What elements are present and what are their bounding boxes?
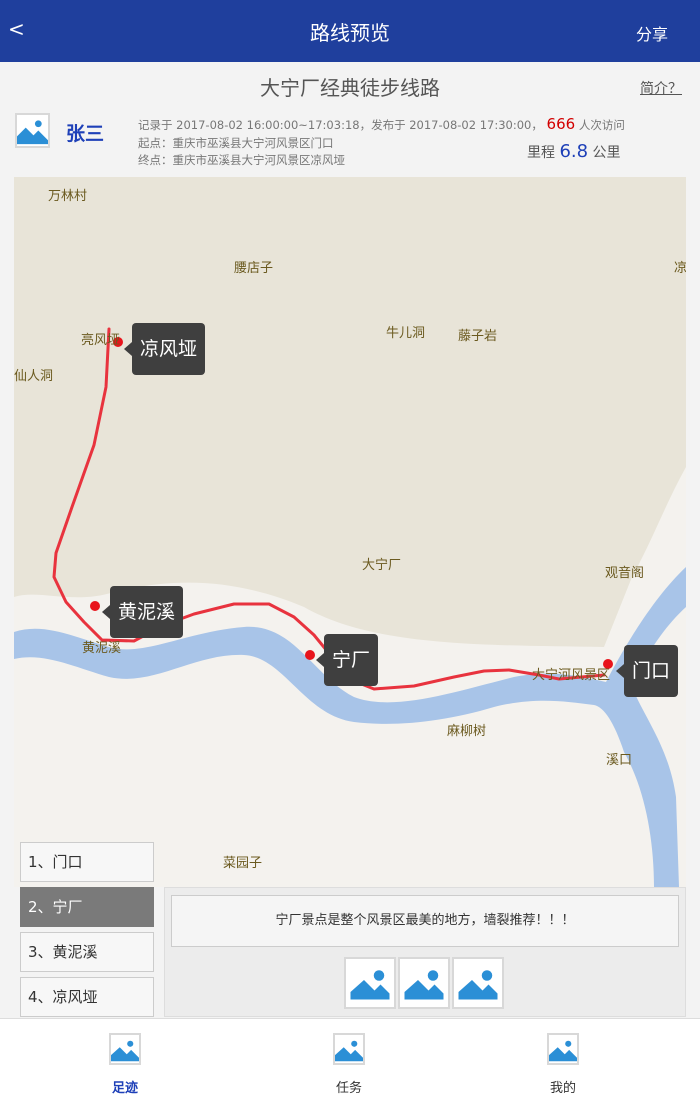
map-label-niuerdong: 牛儿洞 — [386, 326, 426, 341]
start-place: 重庆市巫溪县大宁河风景区门口 — [172, 136, 334, 150]
photo-3-image-placeholder-icon[interactable] — [452, 957, 504, 1009]
route-map[interactable]: 万林村 腰店子 凉 亮风垭 牛儿洞 藤子岩 仙人洞 大宁厂 观音阁 黄泥溪 大宁… — [14, 177, 686, 887]
callout-menkou[interactable]: 门口 — [615, 645, 679, 697]
intro-link[interactable]: 简介？ — [640, 78, 682, 98]
map-label-tengziyan: 藤子岩 — [458, 329, 498, 344]
map-label-wanlincun: 万林村 — [48, 189, 88, 204]
nav-footprints[interactable]: 足迹 — [65, 1019, 185, 1100]
publish-prefix: ，发布于 — [359, 118, 410, 132]
map-label-yaodianzi: 腰店子 — [234, 261, 274, 276]
route-title: 大宁厂经典徒步线路 — [260, 76, 440, 100]
callout-liangfengya[interactable]: 凉风垭 — [123, 323, 206, 375]
author-name[interactable]: 张三 — [66, 119, 104, 146]
distance-unit: 公里 — [588, 145, 621, 161]
visits-separator: ， — [531, 118, 543, 132]
record-prefix: 记录于 — [138, 118, 177, 132]
nav-tasks[interactable]: 任务 — [289, 1019, 409, 1100]
share-button[interactable]: 分享 — [636, 21, 668, 45]
photo-2-image-placeholder-icon[interactable] — [398, 957, 450, 1009]
distance: 里程 6.8 公里 — [527, 141, 621, 162]
stop-detail-panel: 宁厂景点是整个风景区最美的地方，墙裂推荐！！！ — [164, 887, 686, 1017]
stop-description: 宁厂景点是整个风景区最美的地方，墙裂推荐！！！ — [171, 895, 679, 947]
stop-item-ningchang[interactable]: 2、宁厂 — [20, 887, 154, 927]
map-label-liang-edge: 凉 — [674, 261, 686, 276]
start-info: 起点：重庆市巫溪县大宁河风景区门口 — [138, 135, 334, 151]
visit-count: 666 — [546, 115, 576, 133]
nav-footprints-image-placeholder-icon — [109, 1033, 141, 1065]
nav-footprints-label: 足迹 — [111, 1081, 138, 1096]
land-area — [14, 177, 686, 647]
nav-mine-label: 我的 — [549, 1081, 576, 1096]
photo-1-image-placeholder-icon[interactable] — [344, 957, 396, 1009]
stop-item-liangfengya[interactable]: 4、凉风垭 — [20, 977, 154, 1017]
pin-huangnixi — [90, 601, 100, 611]
map-label-xianrendong: 仙人洞 — [14, 369, 54, 384]
distance-value: 6.8 — [559, 141, 589, 162]
record-info: 记录于 2017-08-02 16:00:00~17:03:18，发布于 201… — [138, 115, 625, 133]
nav-tasks-image-placeholder-icon — [333, 1033, 365, 1065]
publish-time: 2017-08-02 17:30:00 — [409, 118, 532, 132]
page-title: 路线预览 — [310, 21, 390, 45]
photo-strip — [344, 957, 506, 1009]
callout-huangnixi[interactable]: 黄泥溪 — [101, 586, 184, 638]
stop-item-menkou[interactable]: 1、门口 — [20, 842, 154, 882]
end-label: 终点： — [138, 153, 173, 167]
start-label: 起点： — [138, 136, 173, 150]
top-bar: < 路线预览 分享 — [0, 0, 700, 62]
pin-ningchang — [305, 650, 315, 660]
map-label-liangfengya: 亮风垭 — [81, 333, 121, 348]
map-label-caiyuanzi: 菜园子 — [223, 856, 263, 871]
map-label-huangnixi: 黄泥溪 — [82, 641, 122, 656]
end-place: 重庆市巫溪县大宁河风景区凉风垭 — [172, 153, 346, 167]
nav-mine-image-placeholder-icon — [547, 1033, 579, 1065]
map-label-xikou: 溪口 — [606, 753, 633, 768]
visits-suffix: 人次访问 — [575, 118, 625, 132]
avatar-image-placeholder-icon[interactable] — [15, 113, 50, 148]
distance-label: 里程 — [527, 145, 560, 161]
bottom-nav: 足迹 任务 我的 — [0, 1018, 700, 1100]
nav-mine[interactable]: 我的 — [503, 1019, 623, 1100]
map-label-maliushu: 麻柳树 — [447, 724, 487, 739]
record-time: 2017-08-02 16:00:00~17:03:18 — [176, 118, 360, 132]
map-label-daninghe: 大宁河风景区 — [532, 668, 611, 683]
nav-tasks-label: 任务 — [335, 1081, 362, 1096]
map-label-daningchang: 大宁厂 — [362, 558, 402, 573]
callout-ningchang[interactable]: 宁厂 — [315, 634, 379, 686]
end-info: 终点：重庆市巫溪县大宁河风景区凉风垭 — [138, 152, 345, 168]
stop-list: 1、门口 2、宁厂 3、黄泥溪 4、凉风垭 — [20, 842, 154, 1022]
map-label-guanyinge: 观音阁 — [605, 566, 645, 581]
stop-item-huangnixi[interactable]: 3、黄泥溪 — [20, 932, 154, 972]
map-canvas — [14, 177, 686, 887]
